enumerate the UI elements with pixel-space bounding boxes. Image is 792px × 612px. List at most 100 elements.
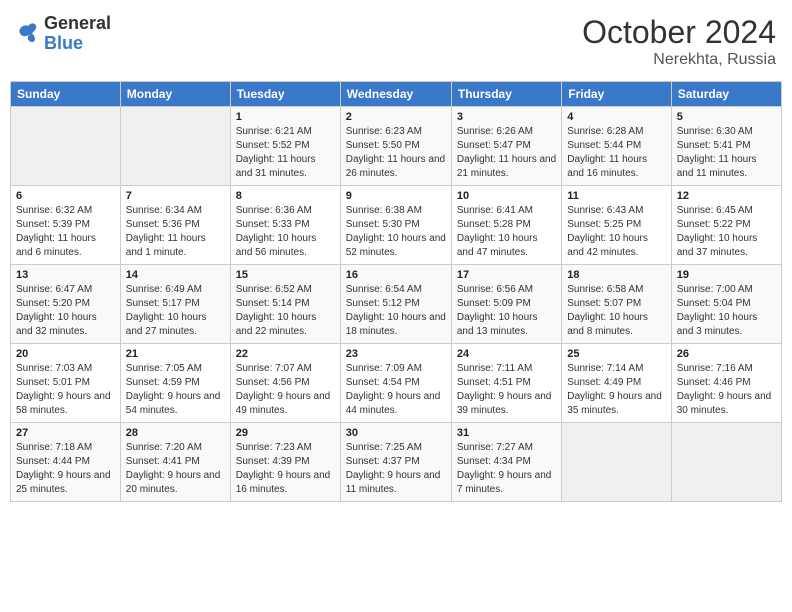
calendar-week-row: 13 Sunrise: 6:47 AM Sunset: 5:20 PM Dayli… [11,265,782,344]
calendar-cell: 7Sunrise: 6:34 AM Sunset: 5:36 PM Daylig… [120,186,230,265]
day-info: Sunrise: 6:43 AM Sunset: 5:25 PM Dayligh… [567,204,665,260]
calendar-cell: 9 Sunrise: 6:38 AM Sunset: 5:30 PM Daylig… [340,186,451,265]
day-number: 11 [567,190,665,202]
day-number: 29 [236,427,335,439]
day-info: Sunrise: 7:27 AM Sunset: 4:34 PM Dayligh… [457,441,556,497]
calendar-cell: 1Sunrise: 6:21 AM Sunset: 5:52 PM Daylig… [230,107,340,186]
day-info: Sunrise: 7:16 AM Sunset: 4:46 PM Dayligh… [677,362,776,418]
day-info: Sunrise: 7:23 AM Sunset: 4:39 PM Dayligh… [236,441,335,497]
page-header: General Blue October 2024 Nerekhta, Russ… [10,10,782,73]
day-number: 9 [346,190,446,202]
logo-general: General [44,14,111,34]
calendar-cell: 13 Sunrise: 6:47 AM Sunset: 5:20 PM Dayli… [11,265,121,344]
day-number: 8 [236,190,335,202]
day-number: 28 [126,427,225,439]
day-info: Sunrise: 7:09 AM Sunset: 4:54 PM Dayligh… [346,362,446,418]
day-info: Sunrise: 6:58 AM Sunset: 5:07 PM Dayligh… [567,283,665,339]
calendar-cell: 15 Sunrise: 6:52 AM Sunset: 5:14 PM Dayli… [230,265,340,344]
day-info: Sunrise: 6:54 AM Sunset: 5:12 PM Dayligh… [346,283,446,339]
logo-text: General Blue [44,14,111,54]
calendar-cell: 31 Sunrise: 7:27 AM Sunset: 4:34 PM Dayli… [451,423,561,502]
calendar-cell: 22 Sunrise: 7:07 AM Sunset: 4:56 PM Dayli… [230,344,340,423]
day-info: Sunrise: 7:14 AM Sunset: 4:49 PM Dayligh… [567,362,665,418]
calendar-cell: 16 Sunrise: 6:54 AM Sunset: 5:12 PM Dayli… [340,265,451,344]
calendar-cell: 25 Sunrise: 7:14 AM Sunset: 4:49 PM Dayli… [562,344,671,423]
calendar-cell: 29 Sunrise: 7:23 AM Sunset: 4:39 PM Dayli… [230,423,340,502]
calendar-cell: 10 Sunrise: 6:41 AM Sunset: 5:28 PM Dayli… [451,186,561,265]
calendar-cell: 27 Sunrise: 7:18 AM Sunset: 4:44 PM Dayli… [11,423,121,502]
calendar-cell: 5 Sunrise: 6:30 AM Sunset: 5:41 PM Daylig… [671,107,781,186]
day-info: Sunrise: 7:07 AM Sunset: 4:56 PM Dayligh… [236,362,335,418]
day-number: 15 [236,269,335,281]
day-number: 27 [16,427,115,439]
calendar-week-row: 20 Sunrise: 7:03 AM Sunset: 5:01 PM Dayli… [11,344,782,423]
day-info: Sunrise: 6:41 AM Sunset: 5:28 PM Dayligh… [457,204,556,260]
day-number: 7 [126,190,225,202]
day-info: Sunrise: 6:52 AM Sunset: 5:14 PM Dayligh… [236,283,335,339]
day-number: 19 [677,269,776,281]
calendar-cell: 12 Sunrise: 6:45 AM Sunset: 5:22 PM Dayli… [671,186,781,265]
day-number: 24 [457,348,556,360]
day-number: 4 [567,111,665,123]
day-number: 13 [16,269,115,281]
day-info: Sunrise: 6:38 AM Sunset: 5:30 PM Dayligh… [346,204,446,260]
month-title: October 2024 [582,14,776,51]
day-info: Sunrise: 7:11 AM Sunset: 4:51 PM Dayligh… [457,362,556,418]
day-info: Sunrise: 6:28 AM Sunset: 5:44 PM Dayligh… [567,125,665,181]
weekday-header: Sunday [11,82,121,107]
day-info: Sunrise: 7:25 AM Sunset: 4:37 PM Dayligh… [346,441,446,497]
day-number: 14 [126,269,225,281]
title-block: October 2024 Nerekhta, Russia [582,14,776,69]
day-info: Sunrise: 6:32 AM Sunset: 5:39 PM Dayligh… [16,204,115,260]
day-number: 17 [457,269,556,281]
day-info: Sunrise: 6:21 AM Sunset: 5:52 PM Dayligh… [236,125,335,181]
location-title: Nerekhta, Russia [582,51,776,69]
calendar-cell [11,107,121,186]
calendar-cell [120,107,230,186]
weekday-header: Friday [562,82,671,107]
day-info: Sunrise: 6:30 AM Sunset: 5:41 PM Dayligh… [677,125,776,181]
calendar-cell: 19Sunrise: 7:00 AM Sunset: 5:04 PM Dayli… [671,265,781,344]
day-info: Sunrise: 7:05 AM Sunset: 4:59 PM Dayligh… [126,362,225,418]
day-info: Sunrise: 6:23 AM Sunset: 5:50 PM Dayligh… [346,125,446,181]
day-number: 20 [16,348,115,360]
day-info: Sunrise: 6:26 AM Sunset: 5:47 PM Dayligh… [457,125,556,181]
calendar-cell: 8 Sunrise: 6:36 AM Sunset: 5:33 PM Daylig… [230,186,340,265]
day-number: 12 [677,190,776,202]
logo: General Blue [16,14,111,54]
day-number: 26 [677,348,776,360]
day-number: 25 [567,348,665,360]
day-info: Sunrise: 6:36 AM Sunset: 5:33 PM Dayligh… [236,204,335,260]
day-number: 22 [236,348,335,360]
day-info: Sunrise: 6:47 AM Sunset: 5:20 PM Dayligh… [16,283,115,339]
day-info: Sunrise: 6:49 AM Sunset: 5:17 PM Dayligh… [126,283,225,339]
weekday-header: Thursday [451,82,561,107]
day-number: 6 [16,190,115,202]
calendar-cell: 23Sunrise: 7:09 AM Sunset: 4:54 PM Dayli… [340,344,451,423]
weekday-header: Tuesday [230,82,340,107]
day-info: Sunrise: 7:03 AM Sunset: 5:01 PM Dayligh… [16,362,115,418]
day-number: 16 [346,269,446,281]
day-number: 30 [346,427,446,439]
calendar-cell: 6 Sunrise: 6:32 AM Sunset: 5:39 PM Daylig… [11,186,121,265]
calendar-cell: 2 Sunrise: 6:23 AM Sunset: 5:50 PM Daylig… [340,107,451,186]
day-number: 10 [457,190,556,202]
logo-blue: Blue [44,34,111,54]
day-info: Sunrise: 6:45 AM Sunset: 5:22 PM Dayligh… [677,204,776,260]
weekday-header: Monday [120,82,230,107]
calendar-cell: 18 Sunrise: 6:58 AM Sunset: 5:07 PM Dayli… [562,265,671,344]
calendar-header-row: SundayMondayTuesdayWednesdayThursdayFrid… [11,82,782,107]
day-number: 21 [126,348,225,360]
calendar-week-row: 6 Sunrise: 6:32 AM Sunset: 5:39 PM Daylig… [11,186,782,265]
day-number: 31 [457,427,556,439]
day-info: Sunrise: 6:56 AM Sunset: 5:09 PM Dayligh… [457,283,556,339]
calendar-table: SundayMondayTuesdayWednesdayThursdayFrid… [10,81,782,502]
day-info: Sunrise: 7:18 AM Sunset: 4:44 PM Dayligh… [16,441,115,497]
calendar-cell: 3Sunrise: 6:26 AM Sunset: 5:47 PM Daylig… [451,107,561,186]
weekday-header: Wednesday [340,82,451,107]
logo-bird-icon [16,22,40,46]
calendar-cell: 17 Sunrise: 6:56 AM Sunset: 5:09 PM Dayli… [451,265,561,344]
day-number: 18 [567,269,665,281]
day-number: 5 [677,111,776,123]
day-number: 2 [346,111,446,123]
